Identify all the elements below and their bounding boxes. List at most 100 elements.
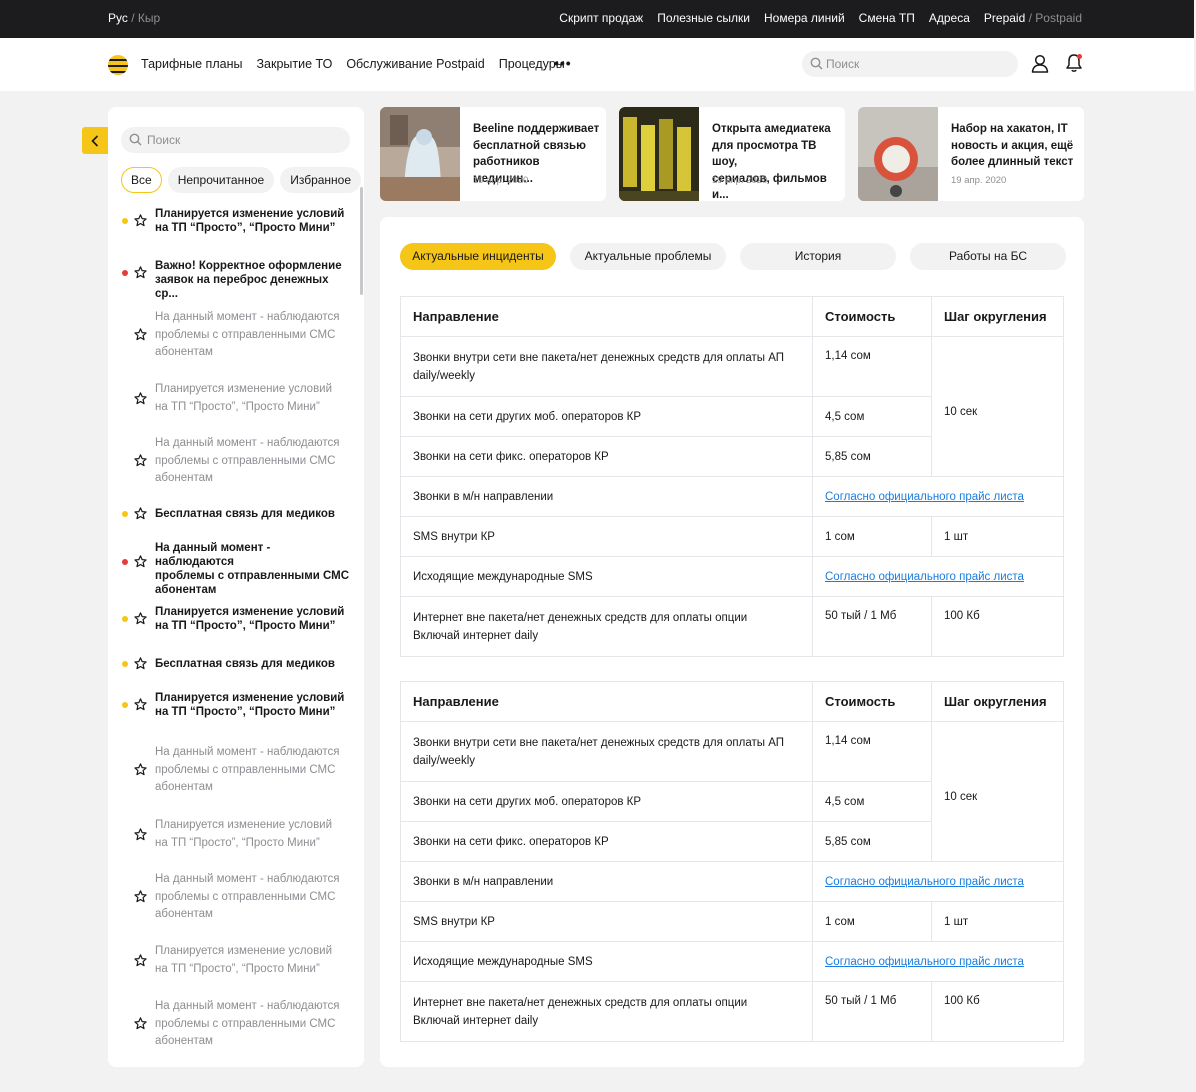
price-list-link[interactable]: Согласно официального прайс листа bbox=[825, 571, 1024, 583]
top-link-line-numbers[interactable]: Номера линий bbox=[764, 11, 845, 25]
tab-current-incidents[interactable]: Актуальные инциденты bbox=[400, 243, 556, 270]
star-icon[interactable] bbox=[134, 763, 147, 781]
feed-item-line: На данный момент - наблюдаются bbox=[155, 873, 340, 885]
table-row: SMS внутри КР 1 сом 1 шт bbox=[400, 516, 1064, 557]
feed-item[interactable]: На данный момент - наблюдаются проблемы с… bbox=[108, 998, 358, 1051]
price-list-cell: Согласно официального прайс листа bbox=[812, 941, 1064, 982]
table-header-row: Направление Стоимость Шаг округления bbox=[400, 681, 1064, 722]
table-row: Интернет вне пакета/нет денежных средств… bbox=[400, 596, 1064, 657]
news-card[interactable]: Набор на хакатон, IT новость и акция, ещ… bbox=[858, 107, 1084, 201]
star-icon[interactable] bbox=[134, 698, 147, 716]
mode-postpaid[interactable]: Postpaid bbox=[1035, 11, 1082, 25]
feed-item[interactable]: Бесплатная связь для медиков bbox=[108, 657, 358, 671]
top-link-sales-script[interactable]: Скрипт продаж bbox=[559, 11, 643, 25]
nav-closing-to[interactable]: Закрытие ТО bbox=[256, 57, 332, 71]
star-icon[interactable] bbox=[134, 555, 147, 573]
news-card[interactable]: Beeline поддерживает бесплатной связью р… bbox=[380, 107, 606, 201]
feed-item-line: Планируется изменение условий bbox=[155, 208, 345, 220]
star-icon[interactable] bbox=[134, 657, 147, 675]
feed-item[interactable]: Планируется изменение условий на ТП “Прос… bbox=[108, 817, 358, 852]
unread-dot bbox=[122, 218, 128, 224]
sidebar-search-input[interactable] bbox=[147, 131, 337, 149]
feed-item[interactable]: Планируется изменение условий на ТП “Прос… bbox=[108, 207, 358, 235]
filter-all[interactable]: Все bbox=[121, 167, 162, 193]
cost-cell: 1 сом bbox=[812, 901, 932, 942]
header: Тарифные планы Закрытие ТО Обслуживание … bbox=[0, 38, 1194, 91]
column-header-rounding-step: Шаг округления bbox=[931, 296, 1064, 337]
top-link-useful-links[interactable]: Полезные сылки bbox=[657, 11, 750, 25]
feed-item[interactable]: Бесплатная связь для медиков bbox=[108, 507, 358, 521]
feed-item[interactable]: Планируется изменение условий на ТП “Прос… bbox=[108, 943, 358, 978]
top-link-addresses[interactable]: Адреса bbox=[929, 11, 970, 25]
feed-item[interactable]: На данный момент - наблюдаются проблемы с… bbox=[108, 435, 358, 488]
feed-item[interactable]: Планируется изменение условий на ТП “Прос… bbox=[108, 381, 358, 416]
unread-dot bbox=[122, 270, 128, 276]
user-icon[interactable] bbox=[1031, 54, 1049, 73]
star-icon[interactable] bbox=[134, 507, 147, 525]
direction-line: SMS внутри КР bbox=[413, 530, 495, 543]
star-icon[interactable] bbox=[134, 454, 147, 472]
nav-postpaid-service[interactable]: Обслуживание Postpaid bbox=[346, 57, 484, 71]
star-icon[interactable] bbox=[134, 266, 147, 284]
price-list-link[interactable]: Согласно официального прайс листа bbox=[825, 491, 1024, 503]
sidebar-filters: Все Непрочитанное Избранное bbox=[121, 167, 362, 193]
top-link-change-tp[interactable]: Смена ТП bbox=[859, 11, 915, 25]
feed-item-title: На данный момент - наблюдаются проблемы с… bbox=[155, 998, 351, 1051]
header-search bbox=[802, 51, 1018, 77]
collapse-sidebar-button[interactable] bbox=[82, 127, 108, 154]
feed-item-line: проблемы с отправленными СМС bbox=[155, 890, 336, 903]
feed-item[interactable]: Важно! Корректное оформление заявок на пе… bbox=[108, 259, 358, 300]
lang-ky[interactable]: Кыр bbox=[138, 11, 160, 25]
feed-item-line: абонентам bbox=[155, 472, 213, 484]
table-row: Звонки внутри сети вне пакета/нет денежн… bbox=[400, 336, 1064, 477]
feed-item-line: на ТП “Просто”, “Просто Мини” bbox=[155, 706, 336, 718]
column-header-cost: Стоимость bbox=[812, 681, 932, 722]
price-list-link[interactable]: Согласно официального прайс листа bbox=[825, 956, 1024, 968]
feed-item[interactable]: На данный момент - наблюдаются проблемы с… bbox=[108, 309, 358, 362]
star-icon[interactable] bbox=[134, 890, 147, 908]
direction-line: Исходящие международные SMS bbox=[413, 955, 593, 968]
star-icon[interactable] bbox=[134, 953, 147, 972]
feed-item[interactable]: Планируется изменение условий на ТП “Прос… bbox=[108, 605, 358, 633]
mode-prepaid[interactable]: Prepaid bbox=[984, 11, 1025, 25]
sidebar-scrollbar[interactable] bbox=[360, 187, 363, 295]
news-card[interactable]: Открыта амедиатека для просмотра ТВ шоу,… bbox=[619, 107, 845, 201]
unread-dot bbox=[122, 661, 128, 667]
price-list-cell: Согласно официального прайс листа bbox=[812, 861, 1064, 902]
lang-ru[interactable]: Рус bbox=[108, 11, 128, 25]
filter-unread[interactable]: Непрочитанное bbox=[167, 167, 275, 193]
table-header-row: Направление Стоимость Шаг округления bbox=[400, 296, 1064, 337]
feed-item-line: Планируется изменение условий bbox=[155, 945, 333, 957]
star-icon[interactable] bbox=[134, 1017, 147, 1035]
more-menu-button[interactable]: ••• bbox=[554, 55, 572, 71]
star-icon[interactable] bbox=[134, 328, 147, 346]
feed-item-line: Планируется изменение условий bbox=[155, 606, 345, 618]
tab-history[interactable]: История bbox=[740, 243, 896, 270]
nav-tariff-plans[interactable]: Тарифные планы bbox=[141, 57, 242, 71]
filter-favorites[interactable]: Избранное bbox=[280, 167, 362, 193]
news-thumbnail-medics bbox=[380, 107, 460, 201]
star-icon[interactable] bbox=[134, 391, 147, 410]
chevron-left-icon bbox=[91, 134, 99, 147]
star-icon[interactable] bbox=[134, 612, 147, 630]
rounding-step-cell: 10 сек bbox=[931, 336, 1064, 477]
star-icon[interactable] bbox=[134, 827, 147, 846]
direction-cell: Звонки на сети других моб. операторов КР bbox=[400, 781, 813, 822]
feed-item[interactable]: На данный момент - наблюдаются проблемы с… bbox=[108, 541, 358, 596]
direction-cell: Звонки в м/н направлении bbox=[400, 861, 813, 902]
feed-item[interactable]: На данный момент - наблюдаются проблемы с… bbox=[108, 871, 358, 924]
feed-item-line: На данный момент - наблюдаются bbox=[155, 311, 340, 323]
feed-item-title: Важно! Корректное оформление заявок на пе… bbox=[155, 259, 351, 301]
feed-item-line: Бесплатная связь для медиков bbox=[155, 658, 335, 670]
header-search-input[interactable] bbox=[826, 55, 1006, 73]
column-header-cost: Стоимость bbox=[812, 296, 932, 337]
tab-bs-works[interactable]: Работы на БС bbox=[910, 243, 1066, 270]
feed-item[interactable]: Планируется изменение условий на ТП “Прос… bbox=[108, 691, 358, 719]
feed-item-line: Планируется изменение условий bbox=[155, 692, 345, 704]
feed-item-line: на ТП “Просто”, “Просто Мини” bbox=[155, 836, 320, 849]
star-icon[interactable] bbox=[134, 214, 147, 232]
beeline-logo[interactable] bbox=[108, 55, 128, 75]
price-list-link[interactable]: Согласно официального прайс листа bbox=[825, 876, 1024, 888]
tab-current-problems[interactable]: Актуальные проблемы bbox=[570, 243, 726, 270]
feed-item[interactable]: На данный момент - наблюдаются проблемы с… bbox=[108, 744, 358, 797]
